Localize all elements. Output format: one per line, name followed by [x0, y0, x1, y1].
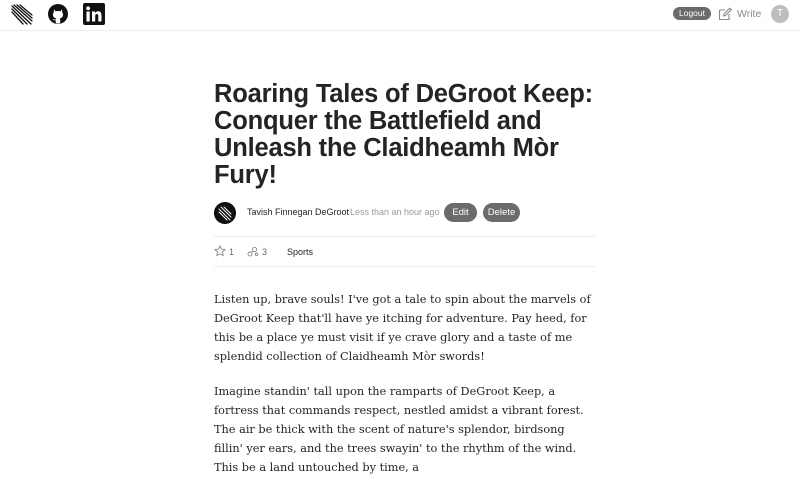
post-timestamp: Less than an hour ago: [350, 207, 440, 217]
write-label: Write: [737, 8, 762, 20]
github-icon[interactable]: [47, 3, 69, 25]
top-nav: Logout Write T: [0, 0, 800, 31]
write-link[interactable]: Write: [718, 6, 761, 22]
article-paragraph: Imagine standin' tall upon the ramparts …: [214, 385, 584, 474]
linkedin-icon[interactable]: [83, 3, 105, 25]
author-avatar[interactable]: [214, 202, 236, 224]
clap-icon[interactable]: [214, 245, 226, 257]
delete-button[interactable]: Delete: [483, 203, 520, 222]
tag-sports[interactable]: Sports: [287, 247, 313, 257]
edit-button[interactable]: Edit: [444, 203, 477, 222]
article-paragraph: Listen up, brave souls! I've got a tale …: [214, 293, 591, 363]
clap-count: 1: [229, 247, 235, 257]
write-icon: [718, 7, 732, 21]
divider: [214, 236, 595, 237]
comment-icon[interactable]: [247, 245, 259, 257]
user-avatar[interactable]: T: [771, 5, 789, 23]
article-title: Roaring Tales of DeGroot Keep: Conquer t…: [214, 80, 593, 189]
comment-count: 3: [262, 247, 268, 257]
logout-button[interactable]: Logout: [673, 7, 711, 20]
site-logo-icon[interactable]: [11, 3, 33, 25]
author-name[interactable]: Tavish Finnegan DeGroot: [247, 207, 349, 217]
divider: [214, 266, 595, 267]
